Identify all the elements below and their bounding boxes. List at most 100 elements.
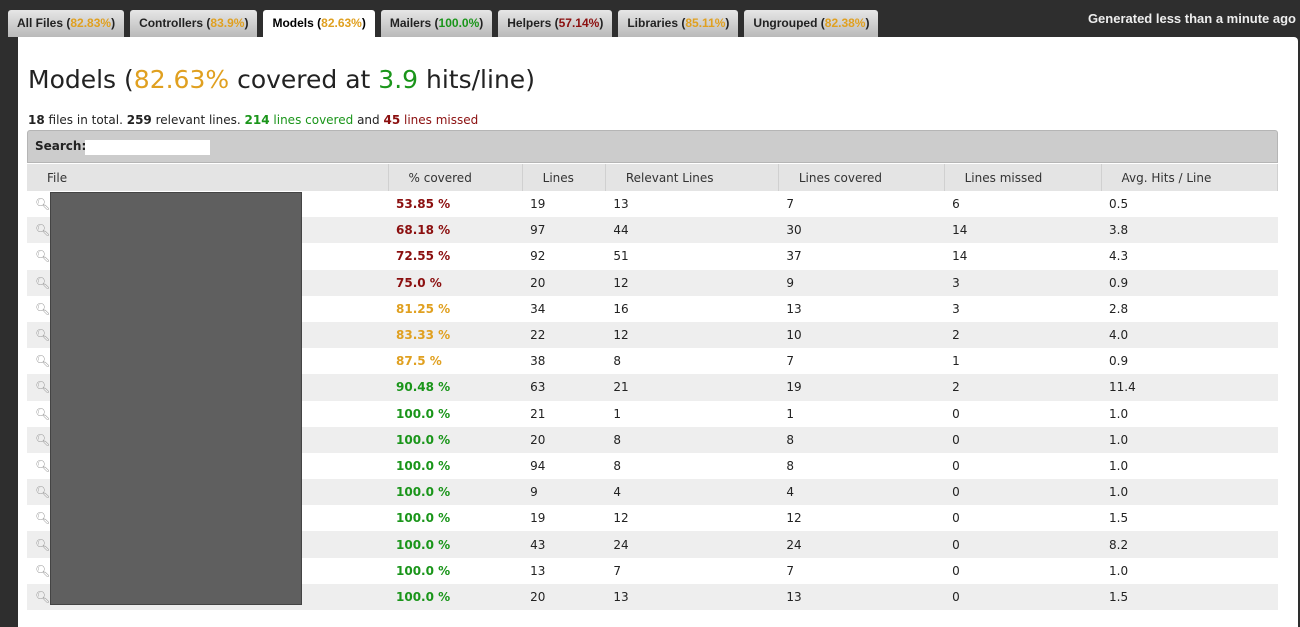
magnifier-icon[interactable]: 🔍︎: [35, 459, 50, 473]
lines: 97: [522, 217, 606, 244]
tab-libraries[interactable]: Libraries (85.11%): [618, 10, 739, 37]
magnifier-icon[interactable]: 🔍︎: [35, 328, 50, 342]
lines-missed: 0: [952, 511, 960, 526]
pct-covered: 90.48 %: [388, 374, 523, 401]
tab-label: Ungrouped: [753, 16, 818, 30]
pct-covered: 100.0 %: [388, 426, 523, 453]
avg-hits: 4.3: [1109, 249, 1129, 264]
relevant-lines: 8: [613, 354, 621, 369]
magnifier-icon[interactable]: 🔍︎: [35, 564, 50, 578]
content-panel: Models (82.63% covered at 3.9 hits/line)…: [18, 37, 1298, 627]
magnifier-icon[interactable]: 🔍︎: [35, 223, 50, 237]
magnifier-icon[interactable]: 🔍︎: [35, 302, 50, 316]
tab-label: Controllers: [139, 16, 204, 30]
avg-hits: 0.9: [1109, 354, 1129, 369]
magnifier-icon[interactable]: 🔍︎: [35, 433, 50, 447]
group-tabs: All Files (82.83%) Controllers (83.9%) Mod…: [8, 10, 879, 37]
relevant-lines: 51: [613, 249, 629, 264]
lines-covered: 13: [786, 301, 802, 316]
lines-missed: 14: [944, 217, 1102, 244]
missed-text: lines missed: [404, 113, 479, 127]
lines-missed: 1: [952, 354, 960, 369]
relevant-lines: 7: [613, 563, 621, 578]
magnifier-icon[interactable]: 🔍︎: [35, 511, 50, 525]
tab-ungrouped[interactable]: Ungrouped (82.38%): [744, 10, 879, 37]
pct-covered: 100.0 %: [388, 583, 523, 610]
lines: 13: [530, 563, 546, 578]
pct-covered: 100.0 %: [396, 406, 451, 421]
lines-missed: 0: [952, 458, 960, 473]
magnifier-icon[interactable]: 🔍︎: [35, 485, 50, 499]
avg-hits: 1.0: [1109, 406, 1129, 421]
lines: 20: [522, 583, 606, 610]
avg-hits: 8.2: [1101, 531, 1278, 558]
lines-missed: 14: [952, 249, 968, 264]
lines: 20: [522, 426, 606, 453]
tab-pct: 83.9%: [210, 16, 245, 30]
files-text: files in total.: [48, 113, 123, 127]
lines-missed: 0: [944, 479, 1102, 506]
lines-missed: 0: [952, 563, 960, 578]
magnifier-icon[interactable]: 🔍︎: [35, 249, 50, 263]
tab-controllers[interactable]: Controllers (83.9%): [130, 10, 258, 37]
lines: 9: [522, 479, 606, 506]
avg-hits: 2.8: [1109, 301, 1129, 316]
search-input[interactable]: [85, 140, 210, 155]
title-hits: 3.9: [378, 65, 419, 94]
magnifier-icon[interactable]: 🔍︎: [35, 538, 50, 552]
column-header[interactable]: % covered: [388, 164, 523, 191]
tab-pct: 82.63%: [321, 16, 362, 30]
column-header[interactable]: Lines: [522, 164, 606, 191]
covered-text: lines covered: [273, 113, 354, 127]
column-header[interactable]: Lines covered: [778, 164, 945, 191]
relevant-lines: 12: [605, 269, 779, 296]
avg-hits: 1.0: [1109, 458, 1129, 473]
magnifier-icon[interactable]: 🔍︎: [35, 354, 50, 368]
relevant-lines: 13: [613, 197, 629, 212]
column-header[interactable]: File: [27, 164, 389, 191]
lines: 19: [530, 197, 546, 212]
avg-hits: 1.0: [1109, 563, 1129, 578]
tab-label: Helpers: [507, 16, 552, 30]
lines-missed: 0: [944, 583, 1102, 610]
tab-pct: 100.0%: [438, 16, 480, 30]
tab-mailers[interactable]: Mailers (100.0%): [380, 10, 493, 37]
magnifier-icon[interactable]: 🔍︎: [35, 590, 50, 604]
pct-covered: 53.85 %: [396, 197, 451, 212]
tab-all-files[interactable]: All Files (82.83%): [8, 10, 125, 37]
magnifier-icon[interactable]: 🔍︎: [35, 197, 50, 211]
missed-count: 45: [383, 113, 401, 127]
pct-covered: 68.18 %: [388, 217, 523, 244]
column-header[interactable]: Lines missed: [944, 164, 1102, 191]
column-header[interactable]: Relevant Lines: [605, 164, 779, 191]
tab-pct: 57.14%: [558, 16, 600, 30]
lines: 63: [522, 374, 606, 401]
magnifier-icon[interactable]: 🔍︎: [35, 276, 50, 290]
lines-covered: 9: [778, 269, 945, 296]
column-header[interactable]: Avg. Hits / Line: [1101, 164, 1279, 191]
tab-models[interactable]: Models (82.63%): [263, 10, 375, 37]
pct-covered: 72.55 %: [396, 249, 451, 264]
tab-pct: 82.38%: [824, 16, 866, 30]
pct-covered: 100.0 %: [388, 531, 523, 558]
pct-covered: 100.0 %: [396, 563, 451, 578]
avg-hits: 1.5: [1109, 511, 1129, 526]
lines-covered: 10: [778, 321, 945, 349]
magnifier-icon[interactable]: 🔍︎: [35, 407, 50, 421]
magnifier-icon[interactable]: 🔍︎: [35, 380, 50, 394]
lines-missed: 0: [944, 426, 1102, 453]
lines-missed: 0: [944, 531, 1102, 558]
lines: 92: [530, 249, 546, 264]
lines: 20: [522, 269, 606, 296]
tab-label: All Files: [17, 16, 64, 30]
tab-label: Libraries: [627, 16, 679, 30]
and-text: and: [357, 113, 380, 127]
lines-covered: 8: [778, 426, 945, 453]
pct-covered: 100.0 %: [388, 479, 523, 506]
relevant-lines: 16: [613, 301, 629, 316]
redacted-file-names: [50, 192, 302, 605]
lines-covered: 7: [786, 197, 794, 212]
tab-helpers[interactable]: Helpers (57.14%): [498, 10, 613, 37]
title-group: Models: [28, 65, 117, 94]
avg-hits: 1.0: [1101, 479, 1278, 506]
